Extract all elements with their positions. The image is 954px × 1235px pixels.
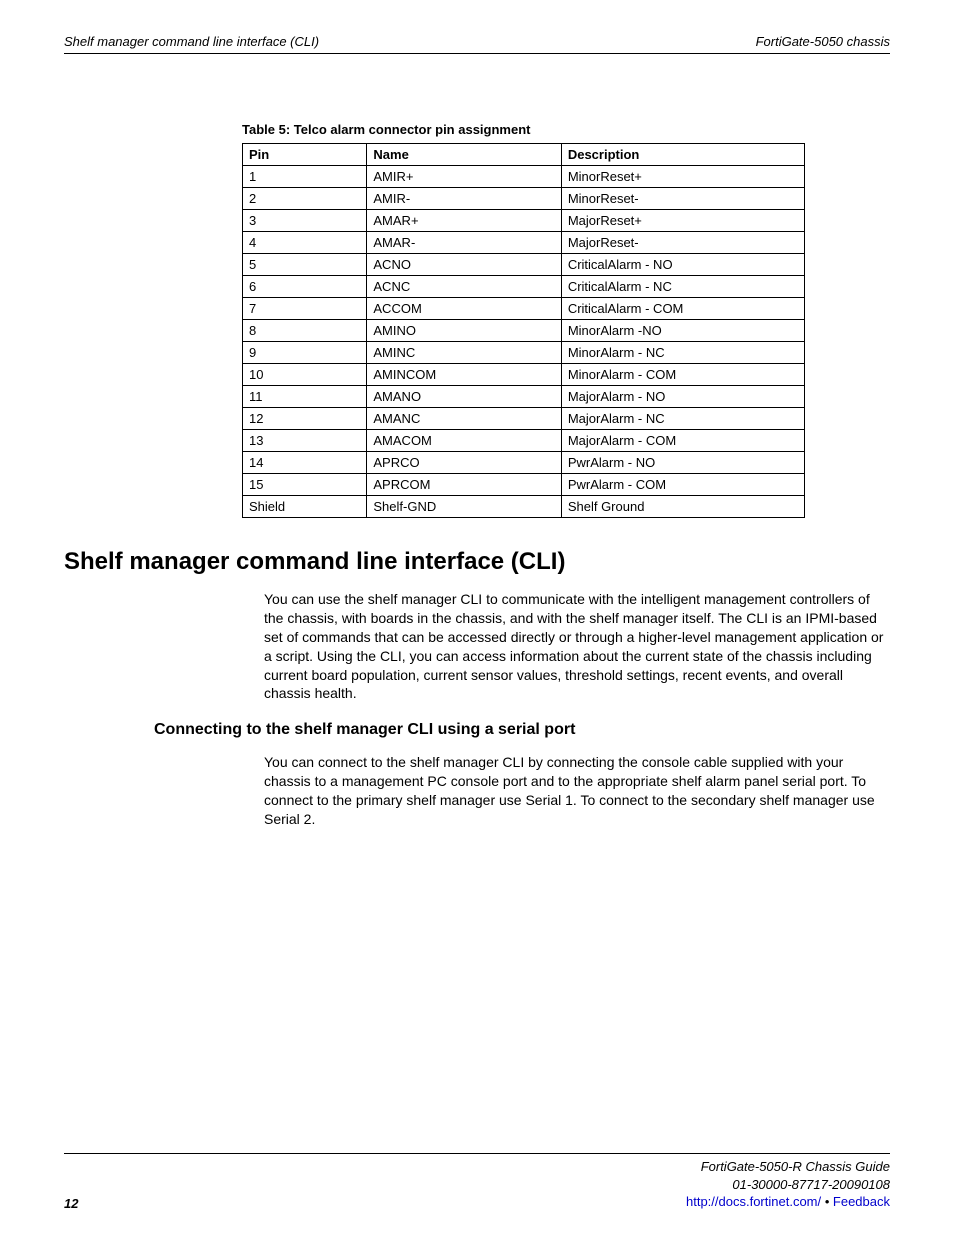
table-cell-desc: MinorAlarm - NC (561, 342, 804, 364)
table-cell-name: AMANC (367, 408, 561, 430)
table-row: 10AMINCOMMinorAlarm - COM (243, 364, 805, 386)
footer-sep: • (821, 1194, 833, 1209)
footer-doc-id: 01-30000-87717-20090108 (732, 1177, 890, 1192)
table-cell-desc: MinorAlarm -NO (561, 320, 804, 342)
table-row: 6ACNCCriticalAlarm - NC (243, 276, 805, 298)
table-cell-desc: MajorReset+ (561, 210, 804, 232)
table-cell-pin: 4 (243, 232, 367, 254)
table-cell-pin: Shield (243, 496, 367, 518)
table-row: 15APRCOMPwrAlarm - COM (243, 474, 805, 496)
table-cell-desc: MajorReset- (561, 232, 804, 254)
table-cell-name: AMINO (367, 320, 561, 342)
table-row: 4AMAR-MajorReset- (243, 232, 805, 254)
subsection-heading: Connecting to the shelf manager CLI usin… (154, 721, 890, 739)
table-cell-desc: MajorAlarm - COM (561, 430, 804, 452)
table-cell-pin: 7 (243, 298, 367, 320)
table-header-name: Name (367, 144, 561, 166)
table-cell-name: ACNC (367, 276, 561, 298)
page-header: Shelf manager command line interface (CL… (64, 34, 890, 54)
footer-link-docs[interactable]: http://docs.fortinet.com/ (686, 1194, 821, 1209)
table-cell-pin: 11 (243, 386, 367, 408)
table-header-row: Pin Name Description (243, 144, 805, 166)
table-cell-desc: CriticalAlarm - NO (561, 254, 804, 276)
table-row: 9AMINCMinorAlarm - NC (243, 342, 805, 364)
table-cell-pin: 1 (243, 166, 367, 188)
pin-assignment-table: Pin Name Description 1AMIR+MinorReset+2A… (242, 143, 805, 518)
table-cell-pin: 8 (243, 320, 367, 342)
table-row: 5ACNOCriticalAlarm - NO (243, 254, 805, 276)
table-cell-desc: Shelf Ground (561, 496, 804, 518)
page-footer: 12 FortiGate-5050-R Chassis Guide 01-300… (64, 1153, 890, 1211)
table-cell-name: AMIR+ (367, 166, 561, 188)
table-header-pin: Pin (243, 144, 367, 166)
table-cell-name: Shelf-GND (367, 496, 561, 518)
table-cell-name: ACCOM (367, 298, 561, 320)
table-row: 1AMIR+MinorReset+ (243, 166, 805, 188)
table-row: 12AMANCMajorAlarm - NC (243, 408, 805, 430)
table-cell-desc: CriticalAlarm - NC (561, 276, 804, 298)
table-cell-name: AMINC (367, 342, 561, 364)
footer-link-feedback[interactable]: Feedback (833, 1194, 890, 1209)
table-cell-desc: MajorAlarm - NO (561, 386, 804, 408)
table-row: 2AMIR-MinorReset- (243, 188, 805, 210)
table-cell-pin: 5 (243, 254, 367, 276)
section-heading: Shelf manager command line interface (CL… (64, 548, 890, 576)
table-caption: Table 5: Telco alarm connector pin assig… (242, 122, 890, 137)
section-paragraph-1: You can use the shelf manager CLI to com… (264, 590, 890, 703)
table-row: ShieldShelf-GNDShelf Ground (243, 496, 805, 518)
table-cell-name: APRCO (367, 452, 561, 474)
table-row: 11AMANOMajorAlarm - NO (243, 386, 805, 408)
table-cell-name: ACNO (367, 254, 561, 276)
table-cell-pin: 3 (243, 210, 367, 232)
table-cell-name: AMAR- (367, 232, 561, 254)
table-cell-name: AMACOM (367, 430, 561, 452)
page-number: 12 (64, 1196, 78, 1211)
footer-doc-title: FortiGate-5050-R Chassis Guide (701, 1159, 890, 1174)
table-cell-desc: MajorAlarm - NC (561, 408, 804, 430)
table-cell-pin: 13 (243, 430, 367, 452)
table-cell-desc: CriticalAlarm - COM (561, 298, 804, 320)
section-paragraph-2: You can connect to the shelf manager CLI… (264, 753, 890, 829)
table-cell-pin: 2 (243, 188, 367, 210)
header-right: FortiGate-5050 chassis (756, 34, 890, 49)
table-cell-name: AMIR- (367, 188, 561, 210)
table-cell-pin: 9 (243, 342, 367, 364)
table-cell-desc: MinorReset+ (561, 166, 804, 188)
table-cell-pin: 12 (243, 408, 367, 430)
table-row: 8AMINOMinorAlarm -NO (243, 320, 805, 342)
table-row: 14APRCOPwrAlarm - NO (243, 452, 805, 474)
table-cell-desc: PwrAlarm - NO (561, 452, 804, 474)
table-cell-pin: 15 (243, 474, 367, 496)
table-cell-desc: MinorReset- (561, 188, 804, 210)
header-left: Shelf manager command line interface (CL… (64, 34, 319, 49)
table-cell-name: AMINCOM (367, 364, 561, 386)
table-row: 3AMAR+MajorReset+ (243, 210, 805, 232)
table-cell-name: AMAR+ (367, 210, 561, 232)
table-cell-name: APRCOM (367, 474, 561, 496)
table-cell-desc: PwrAlarm - COM (561, 474, 804, 496)
table-row: 7ACCOMCriticalAlarm - COM (243, 298, 805, 320)
table-cell-pin: 10 (243, 364, 367, 386)
table-cell-name: AMANO (367, 386, 561, 408)
table-row: 13AMACOMMajorAlarm - COM (243, 430, 805, 452)
table-header-desc: Description (561, 144, 804, 166)
table-cell-desc: MinorAlarm - COM (561, 364, 804, 386)
table-cell-pin: 14 (243, 452, 367, 474)
table-cell-pin: 6 (243, 276, 367, 298)
